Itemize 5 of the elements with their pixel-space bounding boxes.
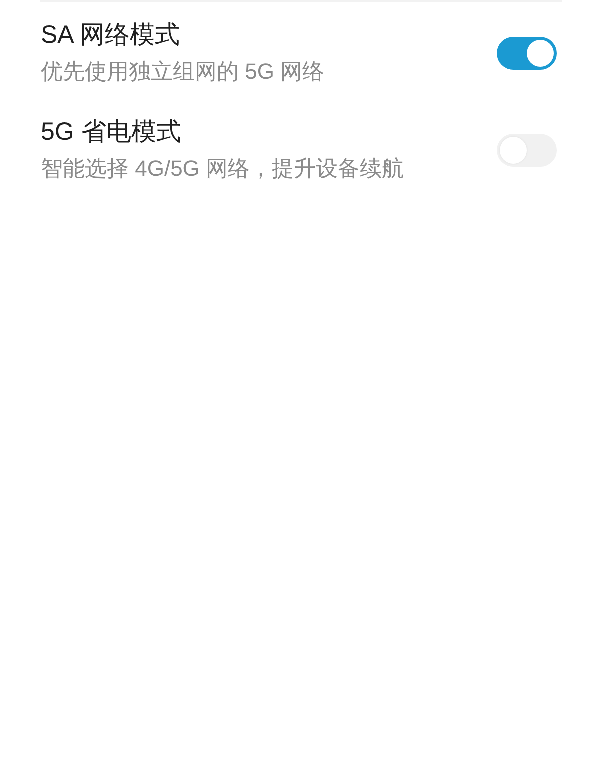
setting-title: SA 网络模式 — [41, 20, 180, 51]
setting-title: 5G 省电模式 — [41, 117, 182, 148]
setting-description: 优先使用独立组网的 5G 网络 — [41, 58, 325, 86]
setting-description: 智能选择 4G/5G 网络，提升设备续航 — [41, 155, 404, 183]
toggle-switch[interactable] — [497, 36, 557, 70]
